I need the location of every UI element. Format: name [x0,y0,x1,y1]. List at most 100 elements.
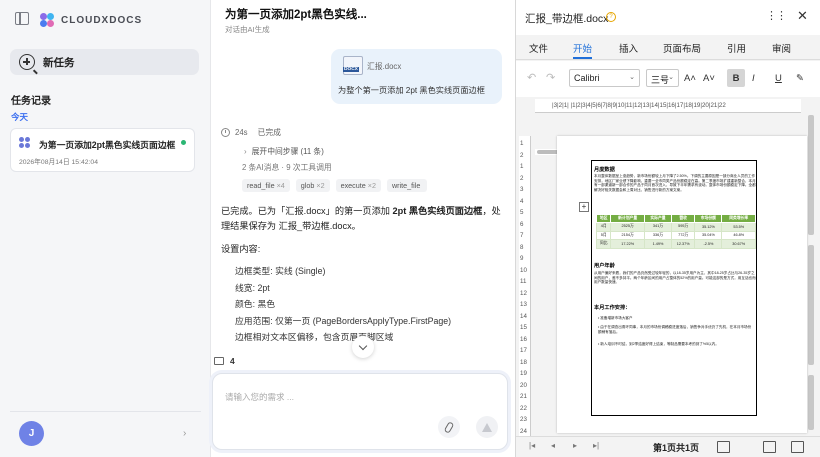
font-size-select[interactable]: 三号 ⌄ [646,69,679,87]
settings-title: 设置内容: [221,244,261,254]
doc-heading: 月度数据 [594,167,615,173]
ruler-tick-label: 21 [520,393,527,400]
tab-insert[interactable]: 插入 [619,41,638,55]
new-task-label: 新任务 [43,56,75,69]
print-layout-icon[interactable] [717,441,730,453]
ruler-tick-label: 9 [520,255,524,262]
tab-review[interactable]: 审阅 [772,41,791,55]
last-page-icon[interactable]: ▸| [593,441,599,450]
bold-button[interactable]: B [727,69,745,87]
send-icon [482,422,492,432]
undo-icon[interactable]: ↶ [527,71,536,84]
folder-icon [214,357,224,365]
italic-button[interactable]: I [752,69,755,87]
doc-paragraph: 本月整体数据呈上涨趋势，新市场份额较上月下降了2.50%。下调的主要原因是一部分… [594,174,756,192]
task-icon [19,137,31,149]
brand-name: CLOUDXDOCS [61,14,143,26]
tab-home[interactable]: 开始 [573,41,593,59]
table-header: 市场份额 [694,214,723,223]
chevron-down-icon: ⌄ [668,74,674,81]
tab-file[interactable]: 文件 [529,41,548,55]
settings-item: 应用范围: 仅第一页 (PageBordersApplyType.FirstPa… [235,315,452,326]
ruler-tick-label: 13 [520,301,527,308]
table-header: 营收 [671,214,696,223]
next-page-icon[interactable]: ▸ [573,441,577,450]
ruler-tick-label: 4 [520,197,524,205]
new-task-icon [19,54,38,75]
today-label: 今天 [11,112,29,122]
ruler-tick-label: 23 [520,416,527,423]
info-icon[interactable]: ? [606,12,616,22]
run-duration: 24s [235,128,248,137]
chevron-right-icon[interactable]: › [183,428,186,439]
document-title: 汇报_带边框.docx [525,13,609,25]
brand: CLOUDXDOCS [15,11,142,29]
document-page[interactable]: 月度数据 本月整体数据呈上涨趋势，新市场份额较上月下降了2.50%。下调的主要原… [557,136,807,433]
close-icon[interactable]: ✕ [797,8,808,24]
doc-paragraph: 从用户偏好来看，我们的产品仍然受过较年轻的，以18-35岁用户为主，其中18-2… [594,271,756,285]
step-info: 2 条AI消息 · 9 次工具调用 [242,163,332,172]
vertical-scrollbar[interactable] [807,115,816,430]
ruler-tick-label: 14 [520,312,527,320]
ruler-tick-label: 6 [520,220,524,228]
sidebar-divider [10,411,201,412]
prev-page-icon[interactable]: ◂ [551,441,555,450]
table-move-handle[interactable]: + [579,202,589,212]
prompt-input[interactable] [225,392,475,402]
docx-file-icon[interactable]: DOCX [343,56,363,75]
table-header: 地区 [595,214,612,223]
doc-bullet: • 准备增新市场大客户 [598,316,633,320]
grow-font-icon[interactable]: A˄ [684,69,696,87]
file-count: 4 [230,356,235,366]
ruler-tick-label: 5 [520,209,524,216]
chat-title: 为第一页添加2pt黑色实线... [225,9,367,21]
send-button[interactable] [476,416,498,438]
redo-icon[interactable]: ↷ [546,71,555,84]
ruler-tick-label: 1 [520,140,524,147]
underline-button[interactable]: U [775,69,782,87]
tool-chip: read_file ×4 [242,179,290,192]
shrink-font-icon[interactable]: A˅ [703,69,715,87]
settings-item: 线宽: 2pt [235,282,270,293]
app-root: CLOUDXDOCS 新任务 任务记录 今天 为第一页添加2pt黑色实线页面边框… [0,0,820,457]
user-message-bubble: DOCX 汇报.docx 为整个第一页添加 2pt 黑色实线页面边框 [331,49,502,104]
paperclip-icon [443,420,455,434]
first-page-icon[interactable]: |◂ [529,441,535,450]
scroll-down-button[interactable] [352,336,374,358]
user-avatar[interactable]: J [19,421,44,446]
table-row: 5月 2154万 336万 772万 35.04% 46.8% [595,230,756,240]
page-info: 第1页共1页 [653,443,700,453]
web-layout-icon[interactable] [763,441,776,453]
doc-bullet: • 新人培训不时结，到2季结度好得上结束，等制品需要本考的到了%5以内。 [598,342,719,346]
ruler-tick-label: 20 [520,381,527,389]
ruler-tick-label: 2 [520,174,524,182]
ruler-tick-label: 18 [520,358,527,366]
task-history-item[interactable]: 为第一页添加2pt黑色实线页面边框 2026年08月14日 15:42:04 [10,128,195,172]
ruler-tick-label: 17 [520,347,527,354]
ruler-tick-label: 16 [520,335,527,343]
table-row: 4月 2525万 341万 595万 35.12% 53.5% [595,222,756,232]
font-family-select[interactable]: Calibri ⌄ [569,69,640,87]
ruler-tick-label: 10 [520,266,527,274]
settings-list: 边框类型: 实线 (Single) 线宽: 2pt 颜色: 黑色 应用范围: 仅… [235,264,451,347]
tab-references[interactable]: 引用 [727,41,746,55]
settings-item: 颜色: 黑色 [235,299,276,309]
attach-button[interactable] [438,416,460,438]
table-header: 同类增长率 [721,214,756,223]
new-task-button[interactable]: 新任务 [10,49,199,75]
chevron-down-icon: ⌄ [629,74,635,81]
doc-heading: 本月工作安排： [594,305,631,311]
ribbon-tabs: 文件 开始 插入 页面布局 引用 审阅 [516,36,820,60]
table-header: 新计划产量 [610,214,645,223]
highlight-icon[interactable]: ✎ [796,69,804,87]
ruler-tick-label: 2 [520,151,524,159]
ribbon-toolbar: ↶ ↷ Calibri ⌄ 三号 ⌄ A˄ A˅ B I U ✎ [516,61,820,155]
doc-table: 地区 新计划产量 实际产量 营收 市场份额 同类增长率 4月 2525万 341万 595万 35… [595,214,756,249]
more-icon[interactable]: ⋮⋮ [766,9,787,22]
tab-layout[interactable]: 页面布局 [663,41,701,55]
zoom-icon[interactable] [791,441,804,453]
attachment-name[interactable]: 汇报.docx [367,61,401,72]
clock-icon [221,128,230,137]
chevron-right-icon: › [244,147,247,156]
expand-steps-toggle[interactable]: › 展开中间步骤 (11 条) [244,146,324,157]
